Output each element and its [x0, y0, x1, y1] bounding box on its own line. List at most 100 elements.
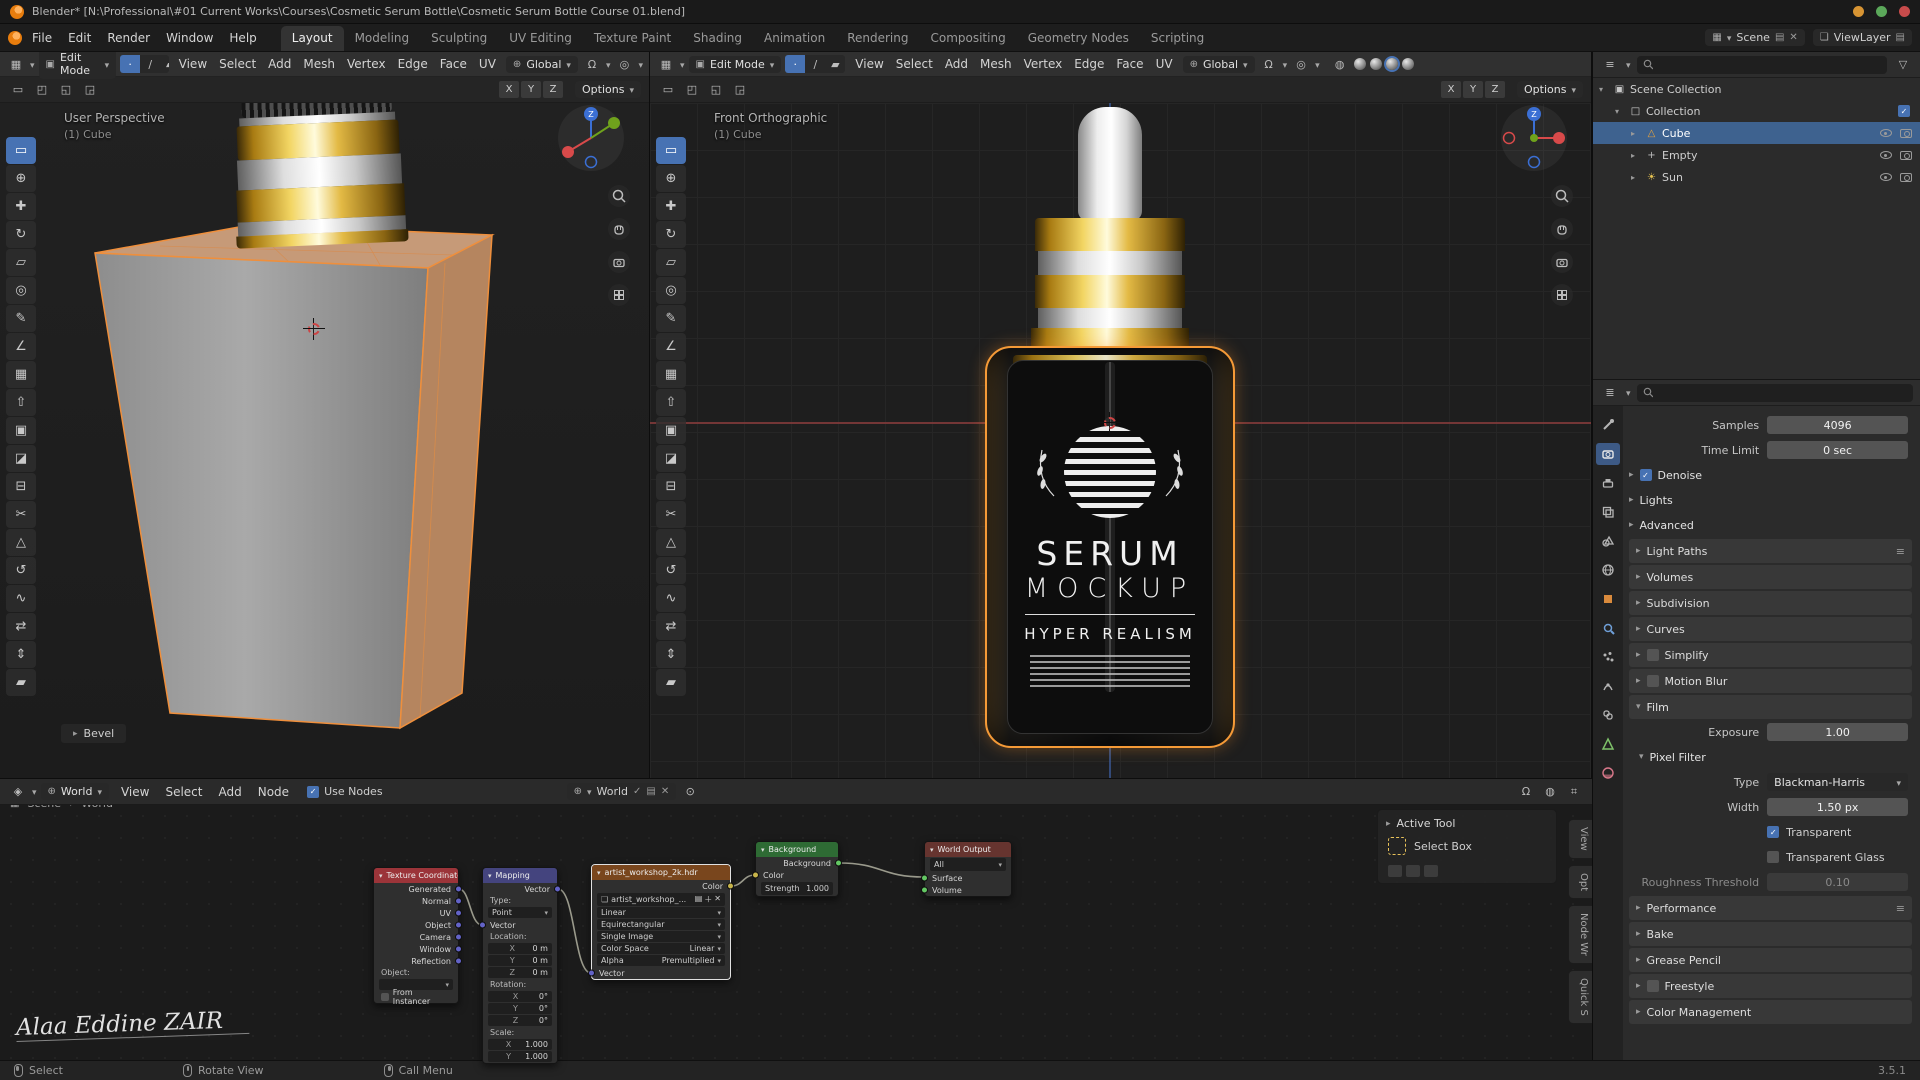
editor-type-icon[interactable]: ≡	[1600, 56, 1620, 74]
edge-slide-tool[interactable]	[656, 613, 686, 640]
disclosure-icon[interactable]	[1615, 107, 1625, 116]
alpha-dropdown[interactable]: AlphaPremultiplied	[597, 955, 725, 966]
minimize-button[interactable]	[1853, 6, 1864, 17]
shrink-fatten-tool[interactable]	[6, 641, 36, 668]
viewport-menu-item[interactable]: View	[173, 55, 213, 73]
pixel-filter-width-field[interactable]: 1.50 px	[1767, 798, 1908, 816]
hide-eye-icon[interactable]	[1880, 151, 1892, 159]
workspace-tab[interactable]: Shading	[682, 26, 753, 51]
mirror-axis-button[interactable]: X	[499, 81, 519, 98]
inset-tool[interactable]	[6, 417, 36, 444]
section-header[interactable]: Light Paths≡	[1629, 539, 1912, 563]
workspace-tab[interactable]: Compositing	[919, 26, 1016, 51]
transform-tool[interactable]	[6, 277, 36, 304]
render-visibility-icon[interactable]	[1900, 129, 1912, 138]
film-section-header[interactable]: Film	[1629, 695, 1912, 719]
proportional-edit-icon[interactable]: ◎	[614, 55, 634, 73]
world-properties-tab[interactable]	[1596, 559, 1620, 581]
sidebar-tab[interactable]: Opt	[1568, 865, 1592, 899]
editor-type-icon[interactable]: ▦	[656, 55, 676, 73]
collection-checkbox[interactable]	[1898, 105, 1910, 117]
options-dropdown[interactable]: Options	[1517, 81, 1583, 98]
pixel-filter-type-dropdown[interactable]: Blackman-Harris	[1767, 773, 1908, 791]
section-header[interactable]: Curves≡	[1629, 617, 1912, 641]
denoise-checkbox[interactable]	[1640, 469, 1652, 481]
maximize-button[interactable]	[1876, 6, 1887, 17]
node-input-row[interactable]: Surface	[925, 872, 1011, 884]
color-space-dropdown[interactable]: Color SpaceLinear	[597, 943, 725, 954]
transparent-checkbox[interactable]	[1767, 826, 1779, 838]
input-socket[interactable]	[921, 875, 928, 882]
poly-build-tool[interactable]	[6, 529, 36, 556]
add-cube-tool[interactable]	[656, 361, 686, 388]
constraint-properties-tab[interactable]	[1596, 704, 1620, 726]
footer-icon[interactable]	[1388, 865, 1402, 877]
unlink-image-icon[interactable]: ✕	[714, 894, 721, 905]
workspace-tab[interactable]: UV Editing	[498, 26, 583, 51]
select-subtract-icon[interactable]: ◲	[730, 81, 750, 99]
outliner-item-label[interactable]: Collection	[1646, 105, 1700, 118]
menu-item[interactable]: Edit	[60, 28, 99, 48]
viewport-menu-item[interactable]: Vertex	[341, 55, 392, 73]
properties-search[interactable]	[1637, 384, 1913, 402]
poly-build-tool[interactable]	[656, 529, 686, 556]
vertex-select-icon[interactable]: ·	[120, 55, 140, 73]
section-header[interactable]: Subdivision≡	[1629, 591, 1912, 615]
mapping-type-dropdown[interactable]: Point	[488, 907, 552, 918]
section-header[interactable]: Color Management≡	[1629, 1000, 1912, 1024]
interpolation-dropdown[interactable]: Linear	[597, 907, 725, 918]
mapping-field-row[interactable]: Z0°	[488, 1015, 552, 1026]
target-dropdown[interactable]: All	[930, 858, 1006, 871]
options-dropdown[interactable]: Options	[575, 81, 641, 98]
mirror-axis-button[interactable]: Z	[543, 81, 563, 98]
render-visibility-icon[interactable]	[1900, 151, 1912, 160]
face-select-icon[interactable]: ▰	[825, 55, 845, 73]
viewport-menu-item[interactable]: Edge	[392, 55, 434, 73]
proportional-edit-icon[interactable]: ◎	[1291, 55, 1311, 73]
snap-magnet-icon[interactable]: Ω	[1259, 55, 1279, 73]
mapping-field-row[interactable]: Y0 m	[488, 955, 552, 966]
zoom-icon[interactable]	[1551, 185, 1573, 207]
annotate-tool[interactable]	[6, 305, 36, 332]
viewport-menu-item[interactable]: Mesh	[974, 55, 1018, 73]
camera-view-icon[interactable]	[608, 251, 630, 273]
edge-select-icon[interactable]: ∕	[140, 55, 160, 73]
navigation-gizmo[interactable]: Z	[1499, 103, 1569, 173]
input-socket[interactable]	[752, 872, 759, 879]
object-data-properties-tab[interactable]	[1596, 733, 1620, 755]
viewport-right-canvas[interactable]: Front Orthographic (1) Cube	[650, 103, 1591, 778]
smooth-tool[interactable]	[656, 585, 686, 612]
node-editor-menu-item[interactable]: Node	[250, 782, 297, 802]
camera-view-icon[interactable]	[1551, 251, 1573, 273]
mapping-field-row[interactable]: Y1.000	[488, 1051, 552, 1062]
knife-tool[interactable]	[6, 501, 36, 528]
time-limit-field[interactable]: 0 sec	[1767, 441, 1908, 459]
workspace-tab[interactable]: Rendering	[836, 26, 919, 51]
render-visibility-icon[interactable]	[1900, 173, 1912, 182]
bevel-tool[interactable]	[6, 445, 36, 472]
disclosure-icon[interactable]	[1631, 151, 1641, 160]
mapping-field-row[interactable]: Z0 m	[488, 967, 552, 978]
view-layer-selector[interactable]: ❏ ViewLayer ▤	[1813, 29, 1912, 46]
active-tool-panel[interactable]: ▸Active Tool Select Box	[1377, 809, 1557, 884]
denoise-header[interactable]: Denoise	[1629, 463, 1912, 487]
fake-user-shield-icon[interactable]: ✓	[633, 786, 641, 797]
input-socket[interactable]	[588, 970, 595, 977]
workspace-tab[interactable]: Geometry Nodes	[1017, 26, 1140, 51]
mirror-axis-button[interactable]: Z	[1485, 81, 1505, 98]
outliner-row[interactable]: Empty	[1593, 144, 1920, 166]
output-properties-tab[interactable]	[1596, 472, 1620, 494]
section-checkbox[interactable]	[1647, 675, 1659, 687]
filter-funnel-icon[interactable]: ▽	[1893, 56, 1913, 74]
orientation-dropdown[interactable]: ⊕Global	[1183, 56, 1255, 73]
node-editor-menu-item[interactable]: Add	[211, 782, 250, 802]
blender-menu-icon[interactable]	[8, 31, 22, 45]
section-menu-icon[interactable]: ≡	[1896, 545, 1905, 558]
loop-cut-tool[interactable]	[656, 473, 686, 500]
annotate-tool[interactable]	[656, 305, 686, 332]
pixel-filter-header[interactable]: Pixel Filter	[1629, 745, 1912, 769]
node-input-row[interactable]: Volume	[925, 884, 1011, 896]
rendered-shading-icon[interactable]	[1402, 58, 1414, 70]
select-subtract-icon[interactable]: ◲	[80, 81, 100, 99]
use-nodes-checkbox[interactable]	[307, 786, 319, 798]
